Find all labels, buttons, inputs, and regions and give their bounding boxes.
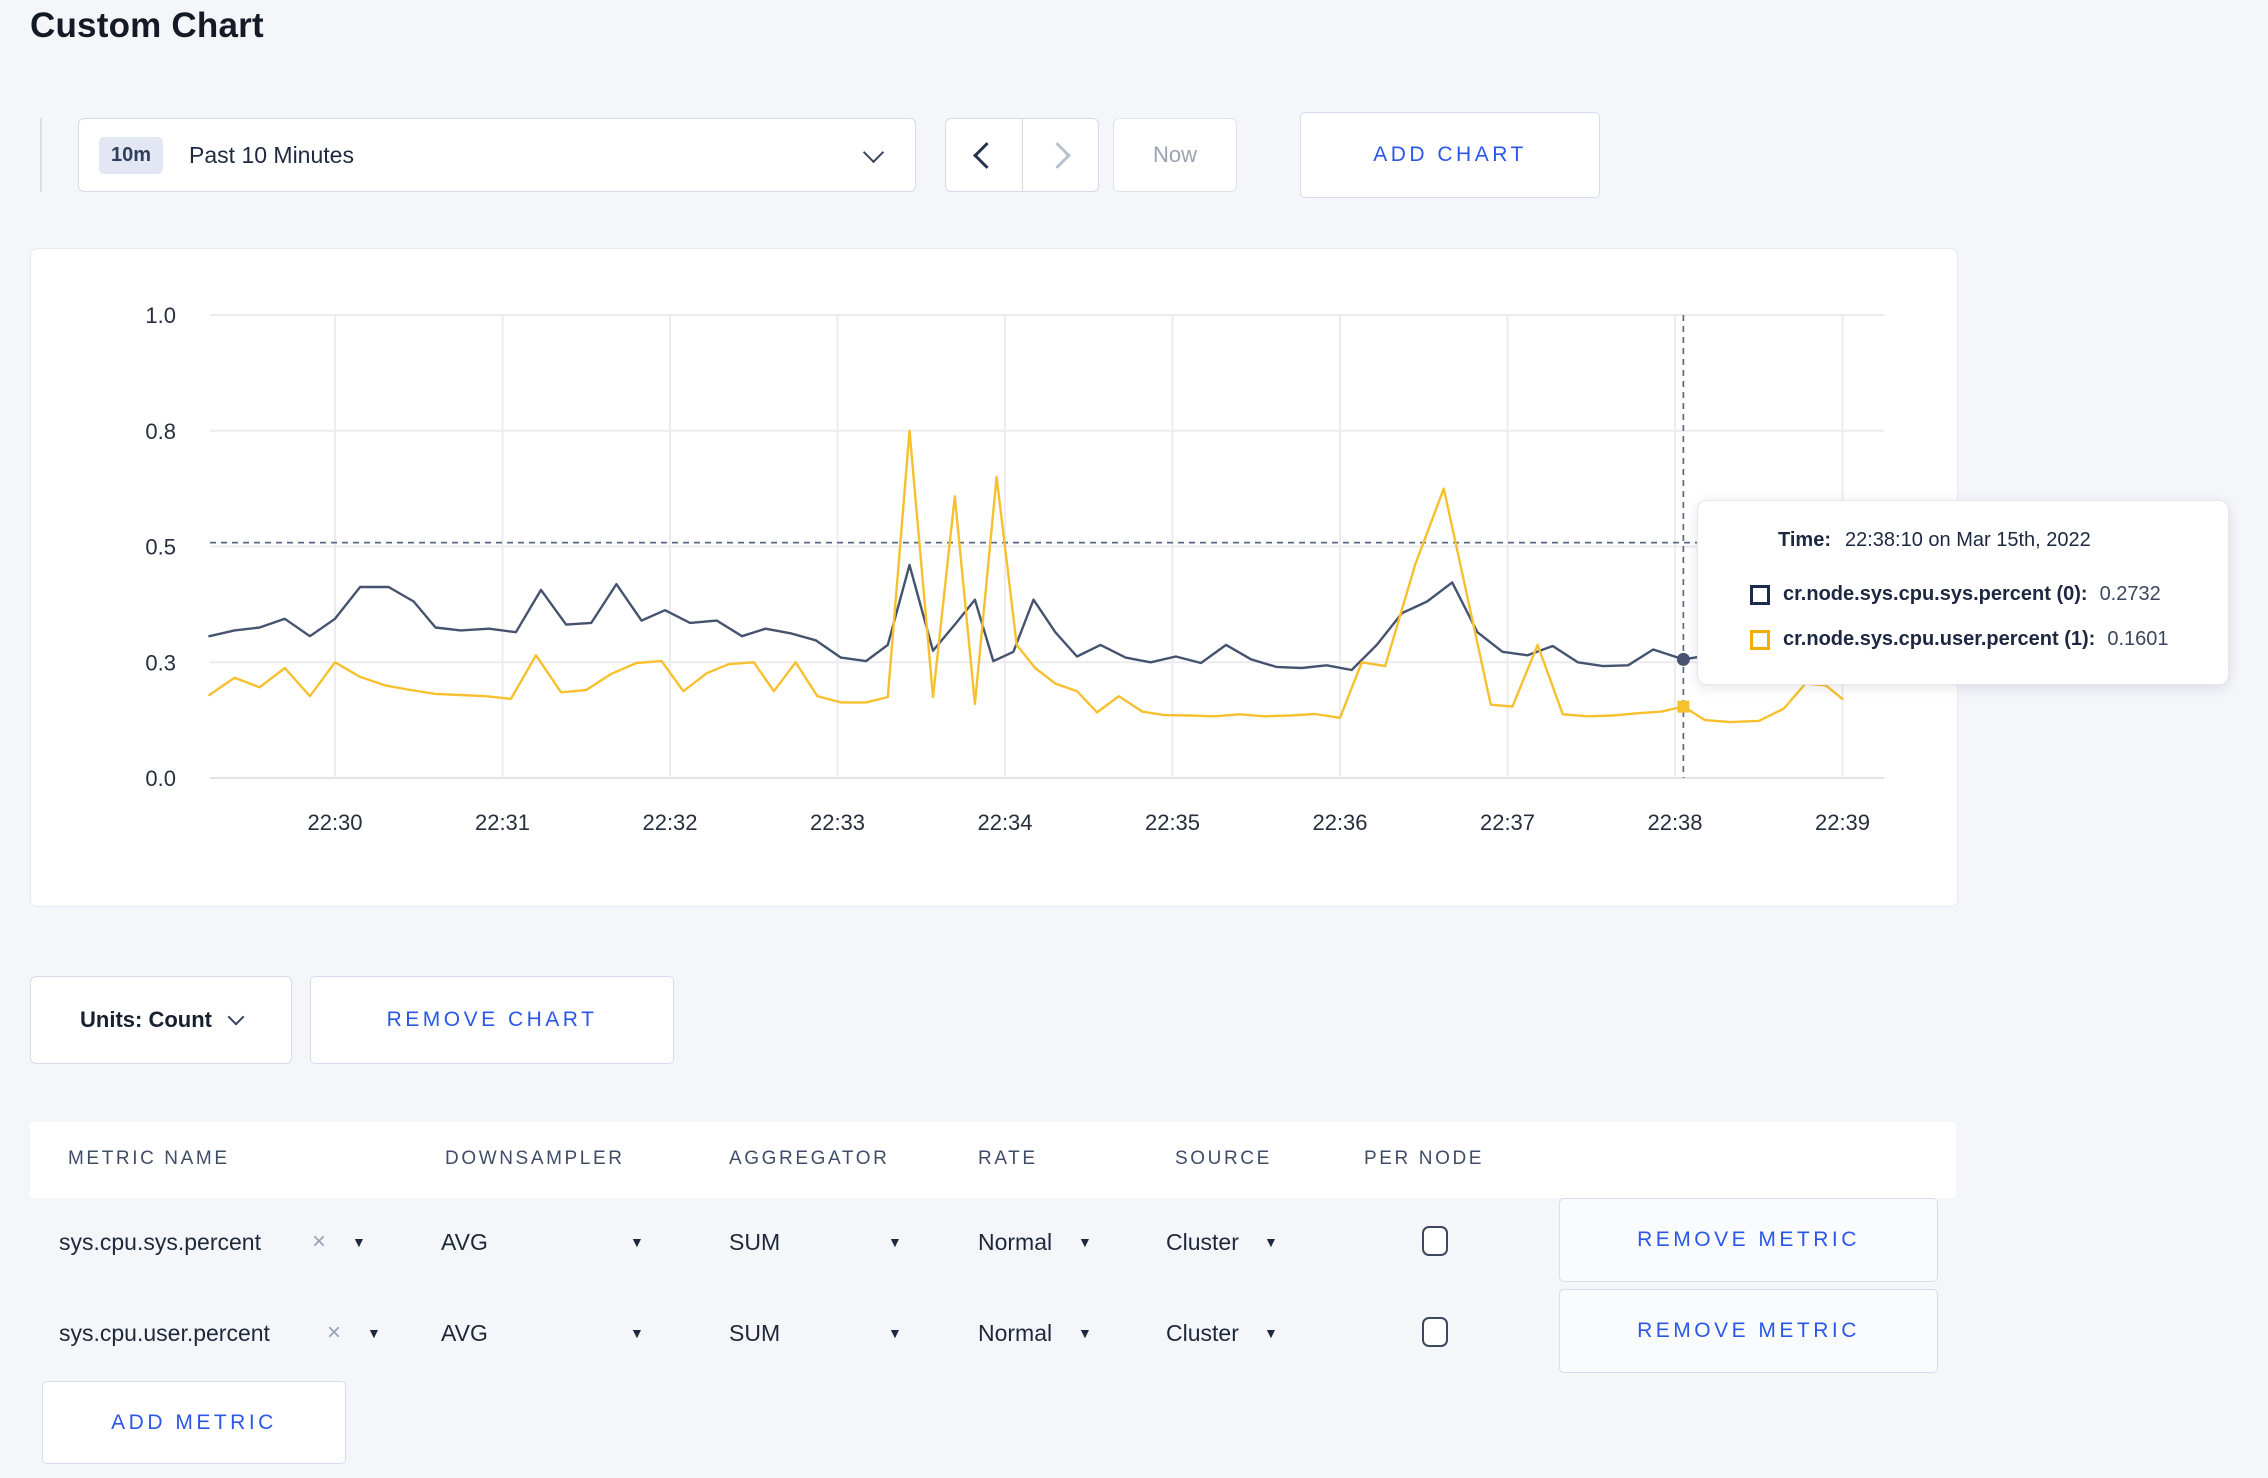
source-caret-icon[interactable]: ▼ [1264, 1234, 1278, 1250]
time-range-dropdown[interactable]: 10m Past 10 Minutes [78, 118, 916, 192]
remove-chart-button[interactable]: REMOVE CHART [310, 976, 674, 1064]
remove-metric-button[interactable]: REMOVE METRIC [1559, 1198, 1938, 1282]
chevron-down-icon [862, 141, 885, 164]
metric-name-caret-icon[interactable]: ▼ [352, 1234, 366, 1250]
rate-caret-icon[interactable]: ▼ [1078, 1234, 1092, 1250]
chart-hover-tooltip: Time: 22:38:10 on Mar 15th, 2022 cr.node.… [1697, 500, 2229, 685]
add-metric-button[interactable]: ADD METRIC [42, 1381, 346, 1464]
metric-name-value[interactable]: sys.cpu.sys.percent [59, 1229, 261, 1256]
downsampler-select[interactable]: AVG [441, 1320, 488, 1347]
clear-metric-icon[interactable]: × [312, 1228, 326, 1256]
remove-metric-button[interactable]: REMOVE METRIC [1559, 1289, 1938, 1373]
tooltip-series-label: cr.node.sys.cpu.user.percent (1): [1783, 628, 2096, 650]
sys-series-swatch-icon [1750, 584, 1770, 605]
time-step-buttons [945, 118, 1099, 192]
col-header-downsampler: DOWNSAMPLER [445, 1148, 625, 1169]
tooltip-time-row: Time: 22:38:10 on Mar 15th, 2022 [1778, 529, 2091, 552]
units-label: Units: Count [80, 1007, 212, 1032]
tooltip-series-value: 0.1601 [2107, 628, 2169, 650]
toolbar-divider [40, 118, 42, 192]
downsampler-select[interactable]: AVG [441, 1229, 488, 1256]
aggregator-caret-icon[interactable]: ▼ [888, 1325, 902, 1341]
tooltip-series-label: cr.node.sys.cpu.sys.percent (0): [1783, 583, 2088, 605]
units-dropdown[interactable]: Units: Count [30, 976, 292, 1064]
col-header-source: SOURCE [1175, 1148, 1272, 1169]
tooltip-series-value: 0.2732 [2099, 583, 2161, 605]
col-header-per-node: PER NODE [1364, 1148, 1485, 1169]
per-node-checkbox[interactable] [1422, 1226, 1448, 1256]
time-range-label: Past 10 Minutes [189, 141, 354, 168]
metric-name-value[interactable]: sys.cpu.user.percent [59, 1320, 270, 1347]
user-series-swatch-icon [1750, 629, 1770, 650]
tooltip-time-label: Time: [1778, 529, 1831, 551]
col-header-rate: RATE [978, 1148, 1038, 1169]
downsampler-caret-icon[interactable]: ▼ [630, 1325, 644, 1341]
aggregator-select[interactable]: SUM [729, 1229, 780, 1256]
metric-name-caret-icon[interactable]: ▼ [367, 1325, 381, 1341]
chevron-right-icon [1043, 141, 1071, 169]
chevron-down-icon [227, 1008, 245, 1026]
col-header-aggregator: AGGREGATOR [729, 1148, 890, 1169]
col-header-metric-name: METRIC NAME [68, 1148, 230, 1169]
aggregator-select[interactable]: SUM [729, 1320, 780, 1347]
custom-chart-page: { "page": { "title": "Custom Chart" }, "… [0, 0, 2268, 1478]
tooltip-time-value: 22:38:10 on Mar 15th, 2022 [1844, 529, 2091, 551]
tooltip-series-row: cr.node.sys.cpu.sys.percent (0): 0.2732 [1750, 583, 2161, 606]
page-title: Custom Chart [30, 6, 264, 45]
source-select[interactable]: Cluster [1166, 1320, 1239, 1347]
chart-card [30, 248, 1958, 907]
next-interval-button[interactable] [1023, 119, 1099, 191]
rate-select[interactable]: Normal [978, 1320, 1052, 1347]
clear-metric-icon[interactable]: × [327, 1319, 341, 1347]
source-caret-icon[interactable]: ▼ [1264, 1325, 1278, 1341]
rate-select[interactable]: Normal [978, 1229, 1052, 1256]
add-chart-button[interactable]: ADD CHART [1300, 112, 1600, 198]
source-select[interactable]: Cluster [1166, 1229, 1239, 1256]
previous-interval-button[interactable] [946, 119, 1023, 191]
aggregator-caret-icon[interactable]: ▼ [888, 1234, 902, 1250]
tooltip-series-row: cr.node.sys.cpu.user.percent (1): 0.1601 [1750, 628, 2169, 651]
downsampler-caret-icon[interactable]: ▼ [630, 1234, 644, 1250]
chevron-left-icon [973, 141, 1001, 169]
now-button[interactable]: Now [1113, 118, 1237, 192]
rate-caret-icon[interactable]: ▼ [1078, 1325, 1092, 1341]
per-node-checkbox[interactable] [1422, 1317, 1448, 1347]
time-range-badge: 10m [99, 136, 164, 174]
